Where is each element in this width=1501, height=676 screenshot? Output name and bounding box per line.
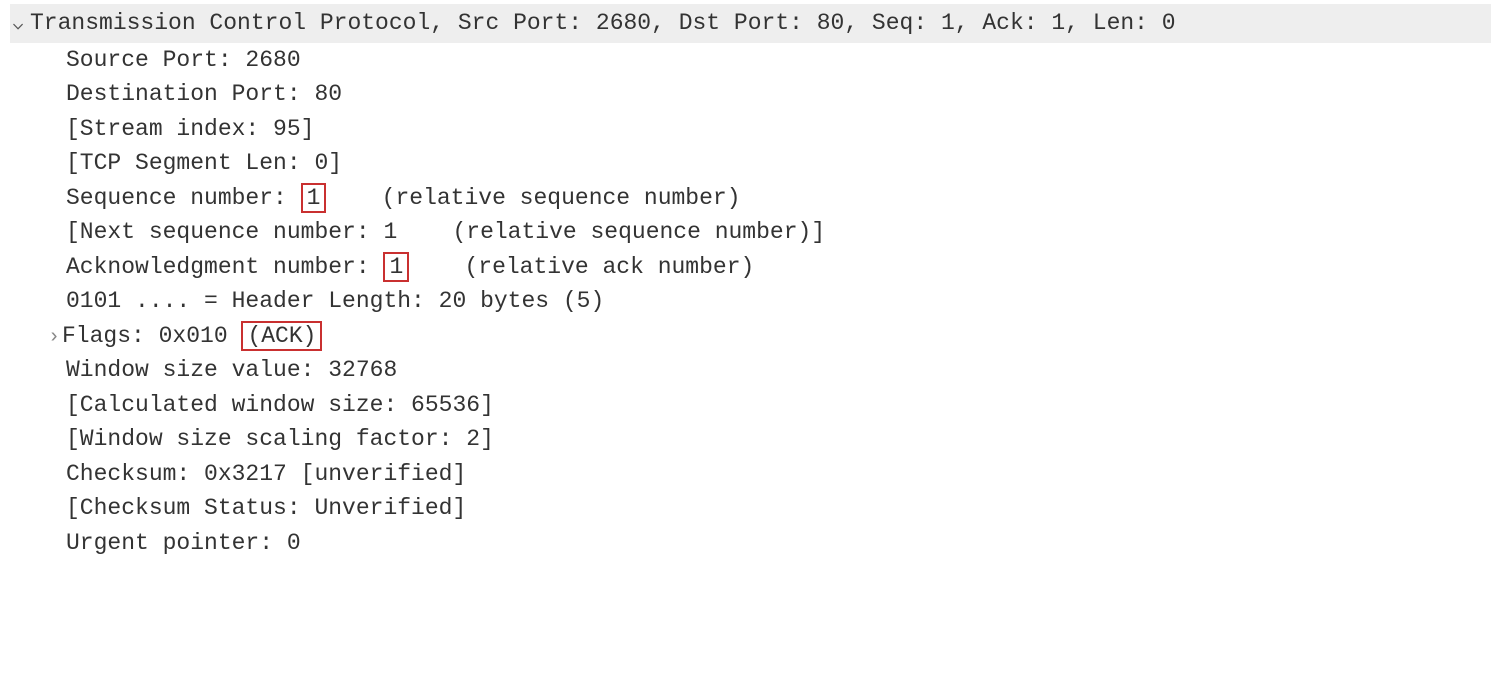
window-size-line[interactable]: Window size value: 32768 bbox=[10, 353, 1491, 388]
flags-boxed-value: (ACK) bbox=[241, 321, 322, 351]
calculated-window-line[interactable]: [Calculated window size: 65536] bbox=[10, 388, 1491, 423]
chevron-down-icon[interactable] bbox=[10, 6, 26, 41]
flags-line[interactable]: Flags: 0x010 (ACK) bbox=[10, 319, 1491, 354]
ack-suffix: (relative ack number) bbox=[409, 254, 754, 280]
checksum-status-text: [Checksum Status: Unverified] bbox=[66, 495, 466, 521]
window-size-text: Window size value: 32768 bbox=[66, 357, 397, 383]
scaling-factor-line[interactable]: [Window size scaling factor: 2] bbox=[10, 422, 1491, 457]
checksum-status-line[interactable]: [Checksum Status: Unverified] bbox=[10, 491, 1491, 526]
header-length-line[interactable]: 0101 .... = Header Length: 20 bytes (5) bbox=[10, 284, 1491, 319]
urgent-pointer-text: Urgent pointer: 0 bbox=[66, 530, 301, 556]
checksum-text: Checksum: 0x3217 [unverified] bbox=[66, 461, 466, 487]
destination-port-text: Destination Port: 80 bbox=[66, 81, 342, 107]
seq-suffix: (relative sequence number) bbox=[326, 185, 740, 211]
tcp-header-text: Transmission Control Protocol, Src Port:… bbox=[30, 6, 1176, 41]
checksum-line[interactable]: Checksum: 0x3217 [unverified] bbox=[10, 457, 1491, 492]
source-port-line[interactable]: Source Port: 2680 bbox=[10, 43, 1491, 78]
ack-number-line[interactable]: Acknowledgment number: 1 (relative ack n… bbox=[10, 250, 1491, 285]
seq-prefix: Sequence number: bbox=[66, 185, 301, 211]
flags-prefix: Flags: 0x010 bbox=[62, 319, 241, 354]
chevron-right-icon[interactable] bbox=[46, 319, 62, 354]
ack-prefix: Acknowledgment number: bbox=[66, 254, 383, 280]
sequence-number-line[interactable]: Sequence number: 1 (relative sequence nu… bbox=[10, 181, 1491, 216]
next-seq-text: [Next sequence number: 1 (relative seque… bbox=[66, 219, 825, 245]
urgent-pointer-line[interactable]: Urgent pointer: 0 bbox=[10, 526, 1491, 561]
tcp-segment-len-text: [TCP Segment Len: 0] bbox=[66, 150, 342, 176]
stream-index-line[interactable]: [Stream index: 95] bbox=[10, 112, 1491, 147]
next-sequence-line[interactable]: [Next sequence number: 1 (relative seque… bbox=[10, 215, 1491, 250]
source-port-text: Source Port: 2680 bbox=[66, 47, 301, 73]
seq-boxed-value: 1 bbox=[301, 183, 327, 213]
tcp-segment-len-line[interactable]: [TCP Segment Len: 0] bbox=[10, 146, 1491, 181]
destination-port-line[interactable]: Destination Port: 80 bbox=[10, 77, 1491, 112]
scaling-factor-text: [Window size scaling factor: 2] bbox=[66, 426, 494, 452]
stream-index-text: [Stream index: 95] bbox=[66, 116, 314, 142]
header-length-text: 0101 .... = Header Length: 20 bytes (5) bbox=[66, 288, 604, 314]
tcp-header-row[interactable]: Transmission Control Protocol, Src Port:… bbox=[10, 4, 1491, 43]
calculated-window-text: [Calculated window size: 65536] bbox=[66, 392, 494, 418]
ack-boxed-value: 1 bbox=[383, 252, 409, 282]
